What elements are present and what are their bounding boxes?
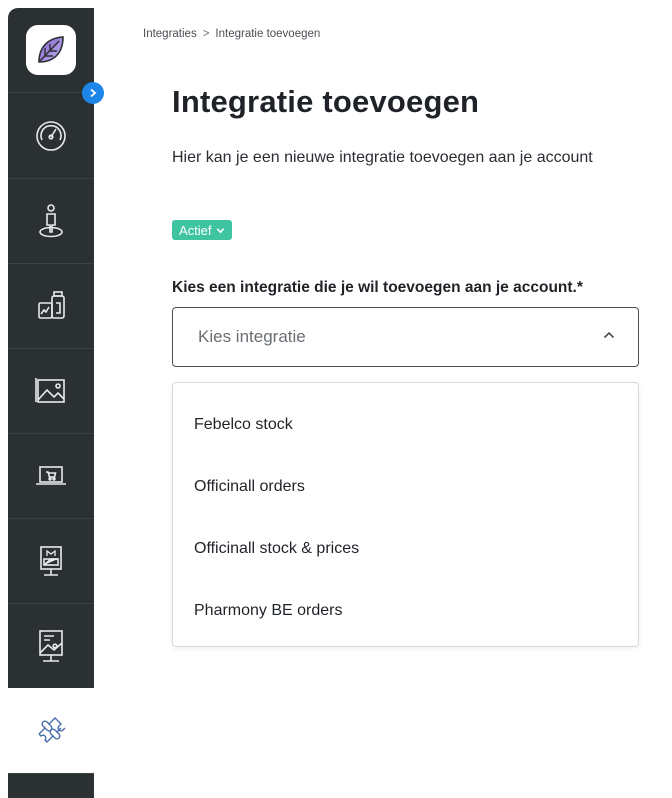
option-pharmony-be-orders[interactable]: Pharmony BE orders (194, 602, 343, 620)
breadcrumb-separator: > (202, 28, 210, 40)
breadcrumb: Integraties > Integratie toevoegen (143, 28, 320, 40)
leaf-logo-icon (38, 36, 64, 63)
nav-integrations[interactable] (8, 688, 94, 774)
nav-signage[interactable] (8, 518, 94, 604)
logo-slot (8, 8, 94, 93)
select-placeholder: Kies integratie (198, 327, 306, 346)
sidebar (8, 8, 94, 798)
option-officinall-stock-prices[interactable]: Officinall stock & prices (194, 540, 359, 558)
breadcrumb-item-current: Integratie toevoegen (215, 28, 321, 40)
display-image-icon (39, 629, 63, 662)
nav-products[interactable] (8, 263, 94, 349)
monitor-m-icon (40, 545, 62, 576)
chevron-up-icon (602, 328, 616, 347)
chevron-right-icon (88, 86, 98, 100)
laptop-cart-icon (36, 465, 66, 485)
page-title: Integratie toevoegen (172, 84, 480, 119)
person-pin-icon (39, 203, 63, 237)
image-icon (35, 377, 65, 403)
puzzle-icon (38, 716, 66, 743)
speedometer-icon (36, 120, 66, 151)
nav-webshop[interactable] (8, 433, 94, 519)
option-febelco-stock[interactable]: Febelco stock (194, 416, 293, 434)
nav-customers[interactable] (8, 178, 94, 264)
integration-field-label: Kies een integratie die je wil toevoegen… (172, 279, 583, 296)
integration-select[interactable]: Kies integratie (172, 307, 639, 367)
status-badge[interactable]: Actief (172, 220, 232, 240)
nav-dashboard[interactable] (8, 93, 94, 179)
products-icon (38, 290, 65, 319)
integration-dropdown-menu: Febelco stock Officinall orders Officina… (172, 382, 639, 647)
app-logo[interactable] (26, 25, 76, 75)
breadcrumb-item-integrations[interactable]: Integraties (143, 28, 197, 40)
nav-media[interactable] (8, 348, 94, 434)
option-officinall-orders[interactable]: Officinall orders (194, 478, 305, 496)
sidebar-expand-button[interactable] (82, 82, 104, 104)
chevron-down-icon (216, 223, 225, 238)
status-label: Actief (179, 222, 212, 238)
page-subtitle: Hier kan je een nieuwe integratie toevoe… (172, 149, 593, 166)
nav-display[interactable] (8, 603, 94, 689)
